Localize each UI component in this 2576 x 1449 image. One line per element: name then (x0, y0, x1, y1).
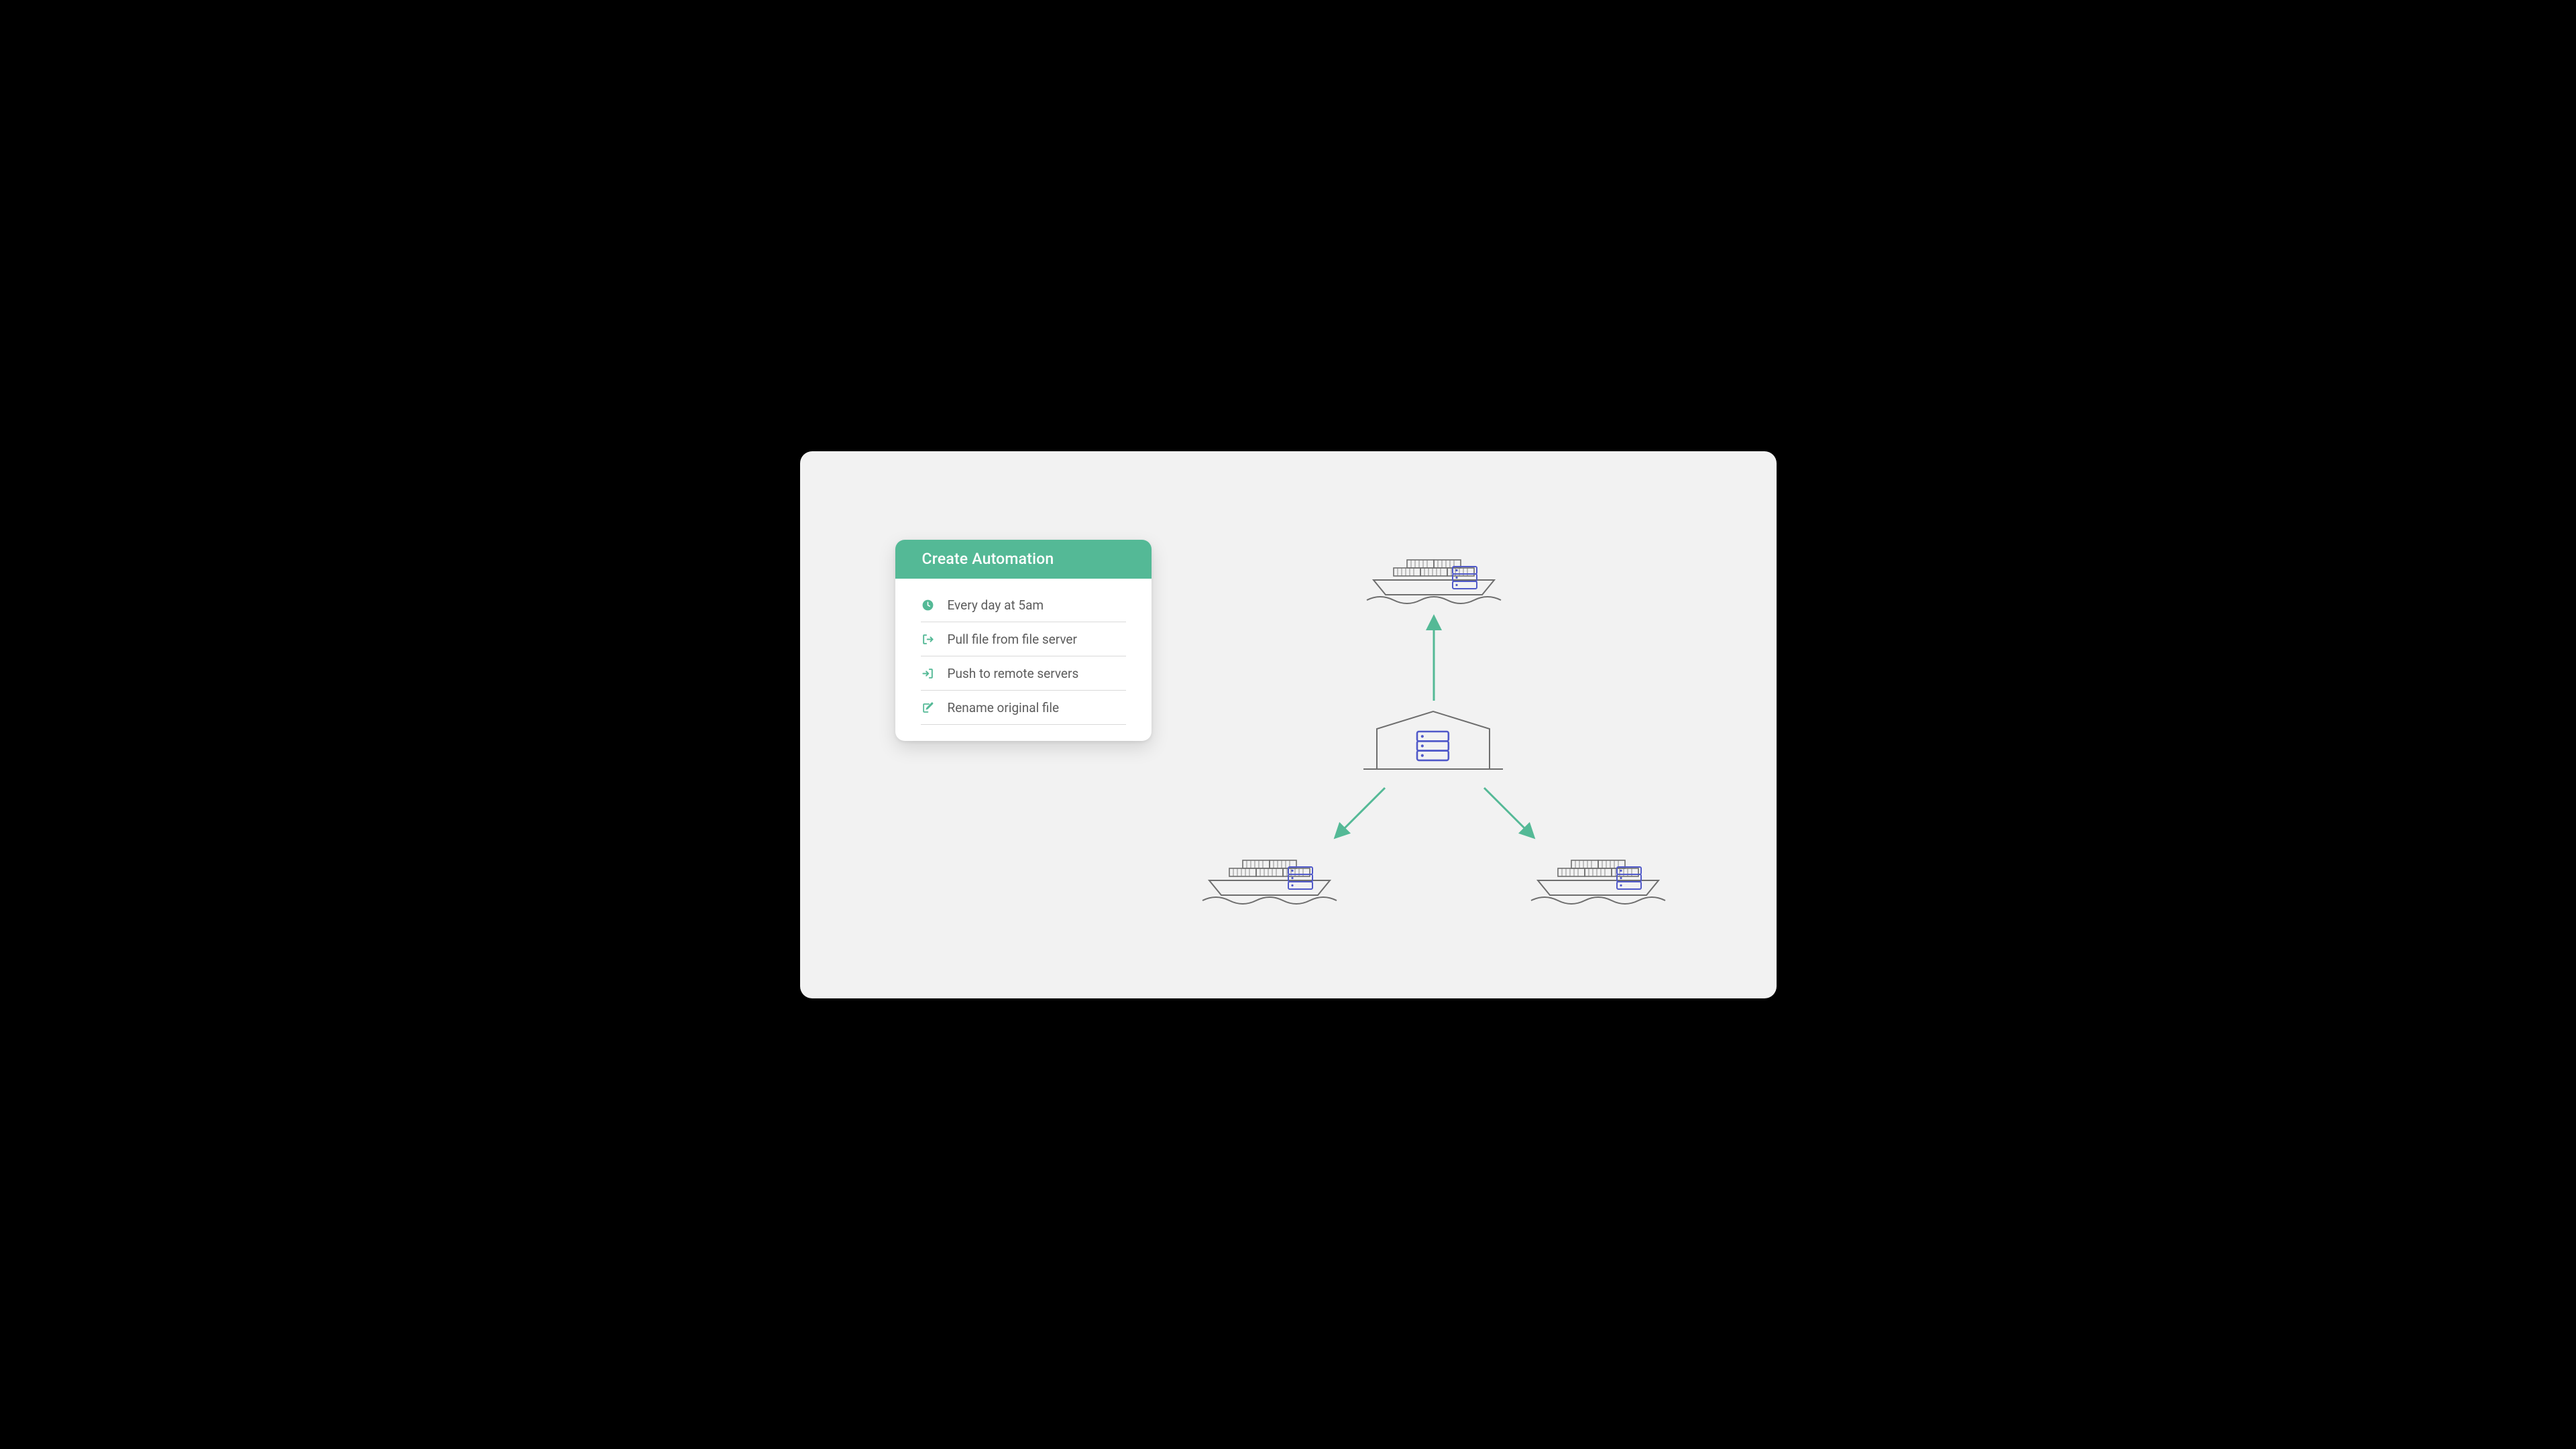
distribution-diagram (1176, 545, 1699, 921)
step-label: Rename original file (948, 700, 1060, 715)
automation-step: Push to remote servers (921, 656, 1126, 691)
automation-step: Pull file from file server (921, 622, 1126, 656)
step-label: Pull file from file server (948, 632, 1077, 647)
clock-icon (921, 599, 936, 612)
arrow-down-left (1338, 788, 1385, 835)
card-title: Create Automation (895, 540, 1152, 579)
ship-server-top-icon (1367, 560, 1501, 603)
automation-step: Every day at 5am (921, 597, 1126, 622)
ship-server-bottom-left-icon (1202, 860, 1337, 904)
warehouse-server-icon (1363, 711, 1503, 769)
step-label: Every day at 5am (948, 597, 1044, 613)
ship-server-bottom-right-icon (1531, 860, 1665, 904)
illustration-canvas: Create Automation Every day at 5am Pull … (800, 451, 1777, 998)
card-body: Every day at 5am Pull file from file ser… (895, 579, 1152, 741)
automation-card: Create Automation Every day at 5am Pull … (895, 540, 1152, 741)
arrow-down-right (1484, 788, 1531, 835)
edit-icon (921, 701, 936, 714)
import-icon (921, 667, 936, 680)
export-icon (921, 633, 936, 646)
automation-step: Rename original file (921, 691, 1126, 725)
step-label: Push to remote servers (948, 666, 1079, 681)
